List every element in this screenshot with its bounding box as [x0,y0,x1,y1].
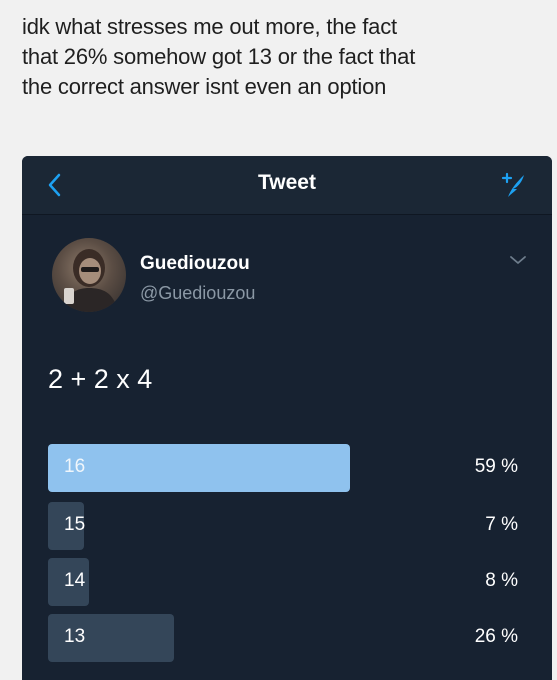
author-handle[interactable]: @Guediouzou [140,283,255,304]
poll-option-percent: 7 % [485,514,518,535]
tweet-text: 2 + 2 x 4 [48,364,153,394]
poll-option-label: 15 [64,514,86,535]
avatar[interactable] [52,238,126,312]
page-title: Tweet [258,171,316,194]
poll-option-label: 13 [64,626,86,647]
author-display-name[interactable]: Guediouzou [140,253,250,275]
poll-option-percent: 26 % [474,626,518,647]
poll-option-3[interactable]: 14 8 % [48,558,528,606]
poll-option-label: 16 [64,456,86,477]
caption-line-3: the correct answer isnt even an option [22,74,387,99]
compose-tweet-icon [501,172,524,197]
tweet-options-button[interactable] [508,252,528,268]
poll-option-percent: 59 % [474,456,518,477]
profile-photo-icon [62,249,118,312]
caption-line-1: idk what stresses me out more, the fact [22,14,397,39]
compose-tweet-button[interactable] [496,168,530,202]
meme-caption: idk what stresses me out more, the fact … [22,12,542,102]
poll-option-4[interactable]: 13 26 % [48,614,528,662]
caption-line-2: that 26% somehow got 13 or the fact that [22,44,416,69]
poll-option-2[interactable]: 15 7 % [48,502,528,550]
poll-option-label: 14 [64,570,86,591]
poll-option-1[interactable]: 16 59 % [48,444,528,492]
poll-bar [48,444,350,492]
chevron-down-icon [510,256,526,264]
poll-option-percent: 8 % [485,570,518,591]
tweet-screen: Tweet Guediouzou @Guediouzou 2 + 2 x 4 1… [22,156,552,680]
top-navigation-bar: Tweet [22,156,552,215]
